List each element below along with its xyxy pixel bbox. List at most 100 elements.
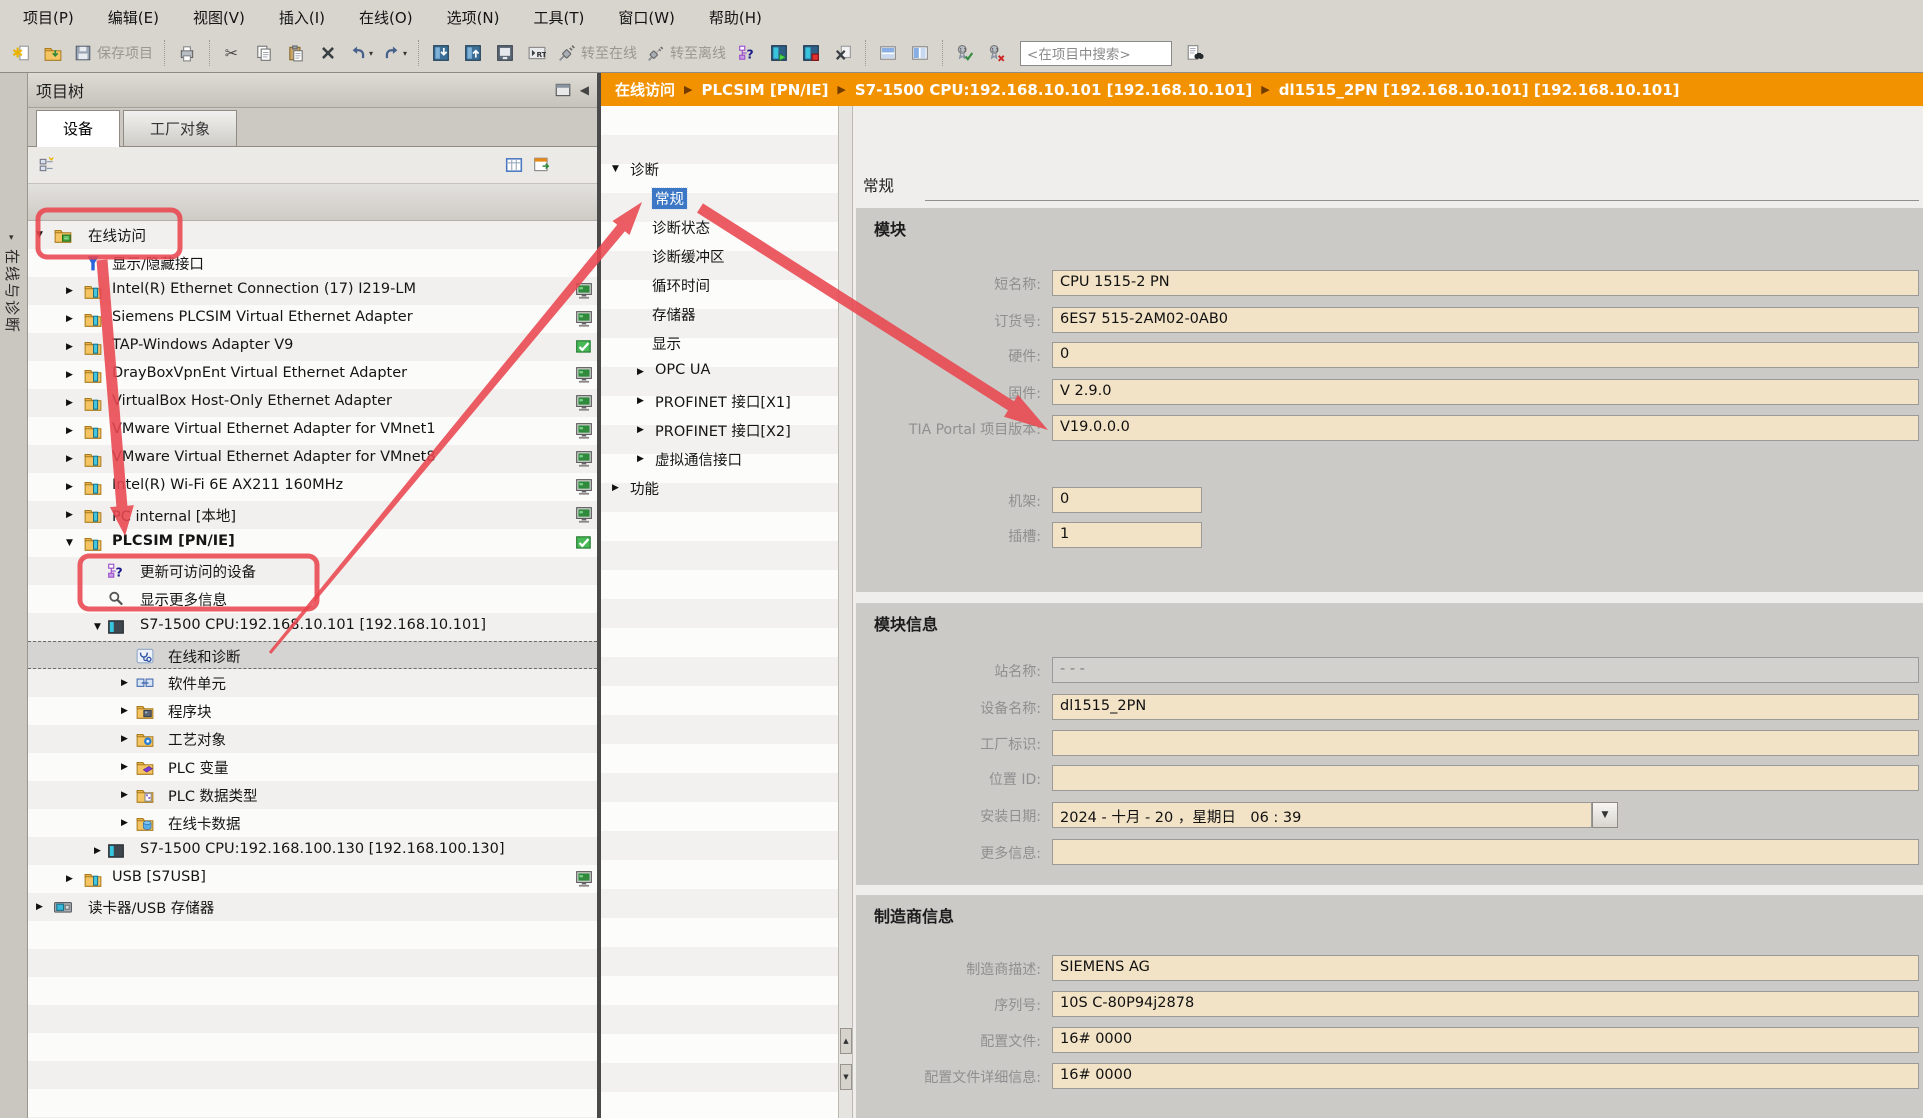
- diag-nav-profinet-x2[interactable]: ▶PROFINET 接口[X2]: [601, 415, 838, 444]
- tree-item-cpu-192-168-100-130[interactable]: ▶S7-1500 CPU:192.168.100.130 [192.168.10…: [28, 837, 597, 865]
- tree-item-online-access[interactable]: ▼在线访问: [28, 221, 597, 249]
- download-to-device-button[interactable]: [426, 38, 456, 68]
- upload-from-device-button[interactable]: [458, 38, 488, 68]
- tree-item-show-more-info[interactable]: 显示更多信息: [28, 585, 597, 613]
- menu-item-help[interactable]: 帮助(H): [692, 2, 779, 33]
- tree-item-tap-windows[interactable]: ▶TAP-Windows Adapter V9: [28, 333, 597, 361]
- chevron-right-icon[interactable]: ▶: [66, 510, 73, 520]
- article-number-field[interactable]: 6ES7 515-2AM02-0AB0: [1052, 307, 1919, 333]
- tree-item-intel-ethernet[interactable]: ▶Intel(R) Ethernet Connection (17) I219-…: [28, 277, 597, 305]
- tree-item-intel-wifi[interactable]: ▶Intel(R) Wi-Fi 6E AX211 160MHz: [28, 473, 597, 501]
- go-online-button[interactable]: 转至在线: [554, 38, 641, 68]
- installation-date-dropdown-button[interactable]: ▼: [1592, 802, 1618, 828]
- cut-button[interactable]: ✂: [217, 38, 247, 68]
- diag-nav-display[interactable]: 显示: [601, 328, 838, 357]
- snapshot-discard-button[interactable]: 1.1: [982, 38, 1012, 68]
- snapshot-apply-button[interactable]: 1.1: [950, 38, 980, 68]
- tree-item-show-hide-interfaces[interactable]: 显示/隐藏接口: [28, 249, 597, 277]
- tree-item-pc-internal[interactable]: ▶PC internal [本地]: [28, 501, 597, 529]
- chevron-right-icon[interactable]: ▶: [637, 425, 644, 435]
- breadcrumb-segment[interactable]: dl1515_2PN [192.168.10.101] [192.168.10.…: [1279, 81, 1680, 99]
- tree-item-siemens-plcsim-adapter[interactable]: ▶Siemens PLCSIM Virtual Ethernet Adapter: [28, 305, 597, 333]
- chevron-right-icon[interactable]: ▶: [121, 678, 128, 688]
- tree-item-virtualbox-adapter[interactable]: ▶VirtualBox Host-Only Ethernet Adapter: [28, 389, 597, 417]
- manufacturer-description-field[interactable]: SIEMENS AG: [1052, 955, 1919, 981]
- tree-item-program-blocks[interactable]: ▶程序块: [28, 697, 597, 725]
- installation-date-field[interactable]: 2024 - 十月 - 20 ，星期日 06 : 39: [1052, 802, 1592, 828]
- tia-portal-version-field[interactable]: V19.0.0.0: [1052, 415, 1919, 441]
- copy-button[interactable]: [249, 38, 279, 68]
- menu-item-edit[interactable]: 编辑(E): [91, 2, 176, 33]
- chevron-down-icon[interactable]: ▼: [36, 230, 43, 240]
- diag-nav-diagnostic-status[interactable]: 诊断状态: [601, 212, 838, 241]
- start-cpu-button[interactable]: [764, 38, 794, 68]
- go-offline-button[interactable]: 转至离线: [643, 38, 730, 68]
- firmware-field[interactable]: V 2.9.0: [1052, 379, 1919, 405]
- tab-devices[interactable]: 设备: [36, 110, 120, 147]
- breadcrumb-segment[interactable]: 在线访问: [615, 79, 675, 100]
- tree-item-vmware-vmnet8[interactable]: ▶VMware Virtual Ethernet Adapter for VMn…: [28, 445, 597, 473]
- menu-item-options[interactable]: 选项(N): [430, 2, 517, 33]
- diag-nav-cycle-time[interactable]: 循环时间: [601, 270, 838, 299]
- tree-item-cpu-192-168-10-101[interactable]: ▼S7-1500 CPU:192.168.10.101 [192.168.10.…: [28, 613, 597, 641]
- chevron-right-icon[interactable]: ▶: [36, 902, 43, 912]
- diag-nav-diagnostics-group[interactable]: ▼诊断: [601, 154, 838, 183]
- chevron-right-icon[interactable]: ▶: [637, 396, 644, 406]
- tree-item-online-diagnostics[interactable]: 在线和诊断: [28, 641, 597, 669]
- menu-item-view[interactable]: 视图(V): [176, 2, 262, 33]
- paste-button[interactable]: [281, 38, 311, 68]
- chevron-right-icon[interactable]: ▶: [121, 706, 128, 716]
- chevron-right-icon[interactable]: ▶: [612, 483, 619, 493]
- location-id-field[interactable]: [1052, 765, 1919, 791]
- menu-item-insert[interactable]: 插入(I): [262, 2, 342, 33]
- start-runtime-button[interactable]: RT: [522, 38, 552, 68]
- undo-dropdown-icon[interactable]: ▾: [369, 49, 373, 58]
- table-view-icon[interactable]: [505, 156, 523, 174]
- split-horizontal-button[interactable]: [873, 38, 903, 68]
- accessible-devices-button[interactable]: ?: [732, 38, 762, 68]
- tree-item-usb-s7usb[interactable]: ▶USB [S7USB]: [28, 865, 597, 893]
- scroll-up-button[interactable]: ▲: [840, 1028, 852, 1054]
- undo-button[interactable]: ▾: [345, 38, 377, 68]
- serial-number-field[interactable]: 10S C-80P94j2878: [1052, 991, 1919, 1017]
- delete-button[interactable]: [313, 38, 343, 68]
- diag-nav-general[interactable]: 常规: [601, 183, 838, 212]
- tree-item-plc-tags[interactable]: ▶PLC 变量: [28, 753, 597, 781]
- tree-item-online-card-data[interactable]: ▶在线卡数据: [28, 809, 597, 837]
- tab-plant-objects[interactable]: 工厂对象: [123, 110, 237, 146]
- tree-item-draybox-vpn[interactable]: ▶DrayBoxVpnEnt Virtual Ethernet Adapter: [28, 361, 597, 389]
- slot-field[interactable]: 1: [1052, 522, 1202, 548]
- chevron-right-icon[interactable]: ▶: [121, 818, 128, 828]
- menu-item-project[interactable]: 项目(P): [6, 2, 91, 33]
- profile-details-field[interactable]: 16# 0000: [1052, 1063, 1919, 1089]
- chevron-right-icon[interactable]: ▶: [66, 286, 73, 296]
- breadcrumb-segment[interactable]: PLCSIM [PN/IE]: [701, 81, 828, 99]
- diag-nav-profinet-x1[interactable]: ▶PROFINET 接口[X1]: [601, 386, 838, 415]
- save-project-button[interactable]: 保存项目: [70, 38, 157, 68]
- tree-item-plcsim-pnie[interactable]: ▼PLCSIM [PN/IE]: [28, 529, 597, 557]
- panel-float-icon[interactable]: [554, 81, 572, 99]
- chevron-right-icon[interactable]: ▶: [637, 367, 644, 377]
- chevron-right-icon[interactable]: ▶: [121, 790, 128, 800]
- chevron-right-icon[interactable]: ▶: [637, 454, 644, 464]
- chevron-right-icon[interactable]: ▶: [121, 762, 128, 772]
- chevron-right-icon[interactable]: ▶: [66, 454, 73, 464]
- tree-item-software-units[interactable]: ▶软件单元: [28, 669, 597, 697]
- diag-nav-functions-group[interactable]: ▶功能: [601, 473, 838, 502]
- project-search-input[interactable]: [1020, 41, 1172, 66]
- print-button[interactable]: [172, 38, 202, 68]
- online-diagnostics-vertical-tab[interactable]: 在线与诊断: [2, 249, 23, 334]
- find-in-project-button[interactable]: [1180, 38, 1210, 68]
- menu-item-tools[interactable]: 工具(T): [517, 2, 602, 33]
- panel-collapse-icon[interactable]: ◀: [580, 83, 589, 97]
- split-vertical-button[interactable]: [905, 38, 935, 68]
- chevron-down-icon[interactable]: ▼: [66, 538, 73, 548]
- additional-info-field[interactable]: [1052, 839, 1919, 865]
- tree-item-card-reader-usb[interactable]: ▶读卡器/USB 存储器: [28, 893, 597, 921]
- hardware-field[interactable]: 0: [1052, 342, 1919, 368]
- chevron-right-icon[interactable]: ▶: [66, 342, 73, 352]
- diag-nav-opc-ua[interactable]: ▶OPC UA: [601, 357, 838, 386]
- chevron-right-icon[interactable]: ▶: [66, 370, 73, 380]
- tree-item-update-accessible-devices[interactable]: ?更新可访问的设备: [28, 557, 597, 585]
- cross-reference-button[interactable]: [828, 38, 858, 68]
